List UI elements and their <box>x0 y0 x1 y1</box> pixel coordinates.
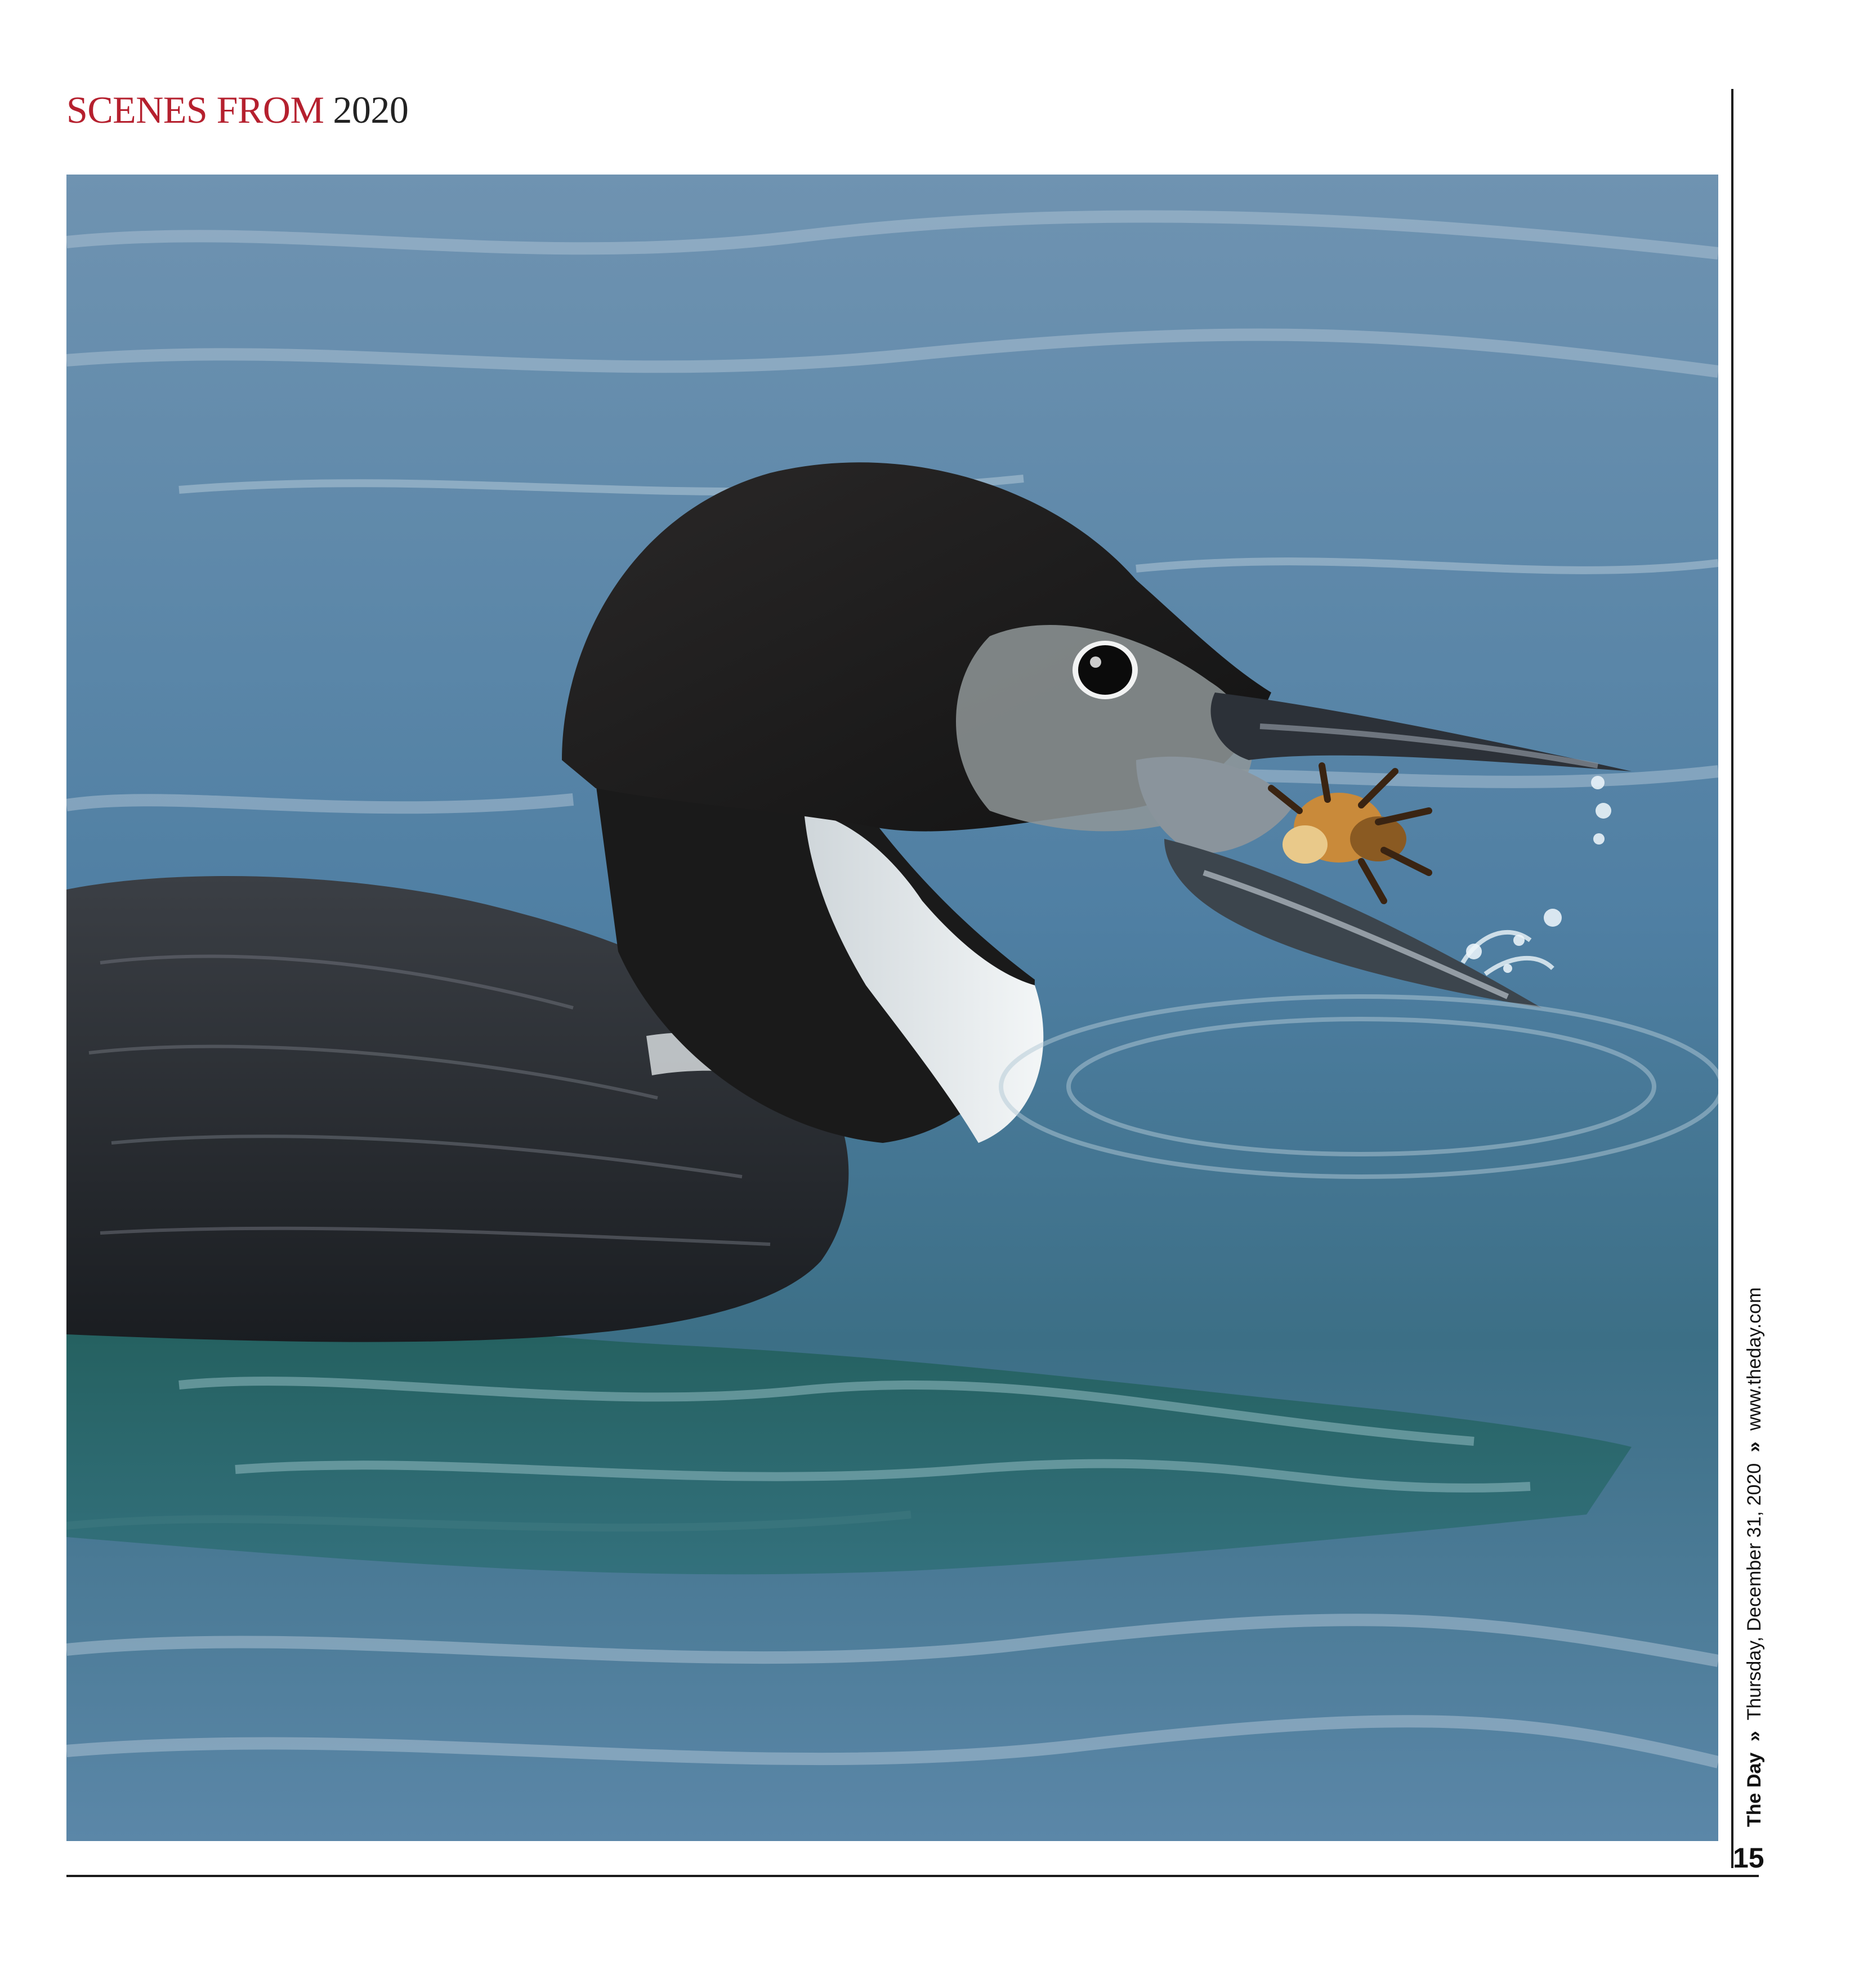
bottom-rule <box>66 1875 1759 1877</box>
right-column-rule <box>1731 89 1733 1868</box>
page-number: 15 <box>1733 1842 1764 1874</box>
folio-separator: » <box>1744 1731 1765 1742</box>
page-folio: The Day » Thursday, December 31, 2020 » … <box>1737 1287 1850 1827</box>
section-year: 2020 <box>333 88 409 131</box>
loon-photo <box>66 175 1718 1841</box>
folio-separator-2: » <box>1744 1441 1765 1453</box>
folio-paper-name: The Day <box>1744 1752 1765 1827</box>
section-header: SCENES FROM 2020 <box>66 84 409 135</box>
folio-date: Thursday, December 31, 2020 <box>1744 1463 1765 1721</box>
folio-url: www.theday.com <box>1744 1287 1765 1431</box>
section-kicker: SCENES FROM <box>66 88 324 131</box>
